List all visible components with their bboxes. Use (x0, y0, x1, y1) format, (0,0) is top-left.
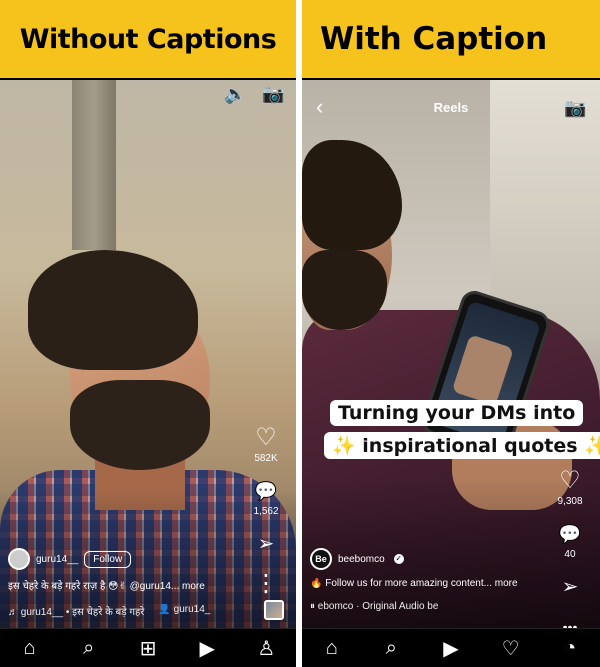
camera-icon[interactable]: 📷 (564, 98, 586, 119)
send-icon[interactable]: ➢ (562, 574, 579, 600)
home-icon[interactable]: ⌂ (15, 637, 45, 660)
verified-badge-icon: ✓ (393, 554, 404, 564)
background-pole (72, 80, 116, 250)
profile-icon[interactable]: ◔ (555, 637, 585, 660)
comment-count: 1,562 (253, 506, 279, 517)
more-action[interactable]: ••• (563, 614, 578, 628)
avatar[interactable]: Be (310, 548, 332, 570)
audio-row[interactable]: ⏸ ebomco · Original Audio be (310, 601, 540, 612)
comment-action[interactable]: 💬 40 (559, 521, 581, 560)
user-row: guru14__ Follow (8, 548, 236, 570)
audio-row[interactable]: ♬ guru14__ • इस चेहरे के बड़े गहरे 👤 gur… (8, 604, 236, 618)
profile-icon[interactable]: ♙ (251, 636, 281, 661)
reels-title: Reels (433, 100, 469, 115)
home-icon[interactable]: ⌂ (317, 637, 347, 660)
caption-line-1: Turning your DMs into (330, 400, 584, 426)
sparkle-icon: ✨ (332, 435, 356, 457)
left-panel: Without Captions 🔈 📷 ♡ 582K 💬 1,562 ➢ ⋮ (0, 0, 296, 667)
audio-thumbnail[interactable] (264, 600, 284, 620)
audio-track[interactable]: ⏸ ebomco · Original Audio be (310, 601, 438, 612)
sound-icon[interactable]: 🔈 (224, 84, 246, 105)
heart-icon[interactable]: ♡ (559, 468, 581, 494)
comment-action[interactable]: 💬 1,562 (253, 478, 278, 517)
reel-info: guru14__ Follow इस चेहरे के बड़े गहरे रा… (8, 548, 236, 618)
right-panel: With Caption ‹ Reels 📷 Turning your DMs … (302, 0, 600, 667)
heart-icon[interactable]: ♡ (255, 425, 277, 451)
share-action[interactable]: ➢ (258, 531, 275, 557)
banner-with-caption: With Caption (302, 0, 600, 80)
side-actions: ♡ 582K 💬 1,562 ➢ ⋮ (236, 425, 296, 611)
tagged-user[interactable]: 👤 guru14_ (158, 604, 210, 618)
more-options-icon[interactable]: ⋮ (254, 571, 278, 597)
sparkle-icon: ✨ (584, 435, 600, 457)
like-action[interactable]: ♡ 9,308 (557, 468, 583, 508)
bottom-nav: ⌂ ⌕ ▶ ♡ ◔ (302, 628, 600, 667)
reels-icon[interactable]: ▶ (192, 636, 222, 661)
caption-line-2-text: inspirational quotes (362, 435, 578, 457)
search-icon[interactable]: ⌕ (74, 637, 104, 660)
reel-video-right[interactable]: ‹ Reels 📷 Turning your DMs into ✨ inspir… (302, 80, 600, 628)
comment-count: 40 (564, 549, 576, 560)
bottom-nav: ⌂ ⌕ ⊞ ▶ ♙ (0, 628, 296, 667)
like-count: 9,308 (557, 496, 583, 507)
person-beard (70, 380, 210, 470)
banner-without-captions: Without Captions (0, 0, 296, 80)
more-options-icon[interactable]: ••• (563, 614, 578, 628)
comment-icon[interactable]: 💬 (559, 521, 581, 547)
reel-info: Be beebomco ✓ 🔥 Follow us for more amazi… (310, 548, 540, 612)
reel-description[interactable]: इस चेहरे के बड़े गहरे राज़ है 😳✌ @guru14… (8, 578, 236, 592)
comment-icon[interactable]: 💬 (255, 478, 277, 504)
create-icon[interactable]: ⊞ (133, 636, 163, 661)
reel-video-left[interactable]: 🔈 📷 ♡ 582K 💬 1,562 ➢ ⋮ guru14__ Follow इ… (0, 80, 296, 628)
like-action[interactable]: ♡ 582K (254, 425, 278, 465)
side-actions: ♡ 9,308 💬 40 ➢ ••• (540, 468, 600, 629)
more-action[interactable]: ⋮ (254, 571, 278, 597)
caption-line-2: ✨ inspirational quotes ✨ (324, 432, 600, 459)
activity-icon[interactable]: ♡ (496, 636, 526, 661)
reels-icon[interactable]: ▶ (436, 636, 466, 661)
camera-icon[interactable]: 📷 (262, 84, 284, 105)
audio-track[interactable]: ♬ guru14__ • इस चेहरे के बड़े गहरे (8, 604, 144, 618)
follow-button[interactable]: Follow (84, 550, 132, 568)
send-icon[interactable]: ➢ (258, 531, 275, 557)
share-action[interactable]: ➢ (562, 574, 579, 600)
avatar[interactable] (8, 548, 30, 570)
username[interactable]: guru14__ (36, 554, 78, 565)
username[interactable]: beebomco (338, 554, 385, 565)
user-row: Be beebomco ✓ (310, 548, 540, 570)
like-count: 582K (254, 453, 278, 464)
search-icon[interactable]: ⌕ (376, 637, 406, 660)
reel-description[interactable]: 🔥 Follow us for more amazing content... … (310, 578, 540, 589)
